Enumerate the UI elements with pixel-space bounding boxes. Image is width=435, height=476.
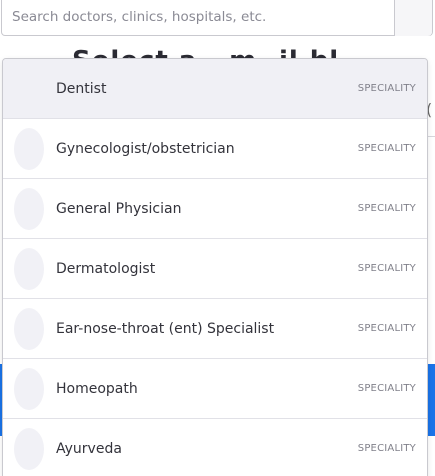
avatar: [14, 367, 44, 410]
suggestion-label: Ayurveda: [56, 440, 122, 457]
suggestion-label: Dentist: [56, 80, 107, 97]
speciality-badge: SPECIALITY: [357, 83, 416, 94]
avatar: [14, 127, 44, 170]
suggestion-item-homeopath[interactable]: Homeopath SPECIALITY: [3, 359, 427, 419]
avatar: [14, 427, 44, 470]
speciality-badge: SPECIALITY: [357, 443, 416, 454]
avatar: [14, 68, 44, 110]
speciality-badge: SPECIALITY: [357, 143, 416, 154]
speciality-badge: SPECIALITY: [357, 383, 416, 394]
search-bar: [1, 0, 433, 36]
speciality-badge: SPECIALITY: [357, 263, 416, 274]
suggestion-label: Ear-nose-throat (ent) Specialist: [56, 320, 275, 337]
suggestions-dropdown: Dentist SPECIALITY Gynecologist/obstetri…: [2, 58, 428, 476]
search-button[interactable]: [394, 0, 432, 36]
suggestion-label: Gynecologist/obstetrician: [56, 140, 235, 157]
avatar: [14, 247, 44, 290]
search-input[interactable]: [2, 0, 394, 34]
page: Select a ..m..il.bl. ( Dentist SPECIALIT…: [0, 0, 435, 476]
suggestion-item-ent-specialist[interactable]: Ear-nose-throat (ent) Specialist SPECIAL…: [3, 299, 427, 359]
suggestion-item-dentist[interactable]: Dentist SPECIALITY: [3, 59, 427, 119]
speciality-badge: SPECIALITY: [357, 323, 416, 334]
suggestion-label: Homeopath: [56, 380, 138, 397]
speciality-badge: SPECIALITY: [357, 203, 416, 214]
suggestion-item-general-physician[interactable]: General Physician SPECIALITY: [3, 179, 427, 239]
suggestion-item-gynecologist[interactable]: Gynecologist/obstetrician SPECIALITY: [3, 119, 427, 179]
avatar: [14, 187, 44, 230]
suggestion-item-ayurveda[interactable]: Ayurveda SPECIALITY: [3, 419, 427, 476]
suggestion-item-dermatologist[interactable]: Dermatologist SPECIALITY: [3, 239, 427, 299]
suggestion-label: Dermatologist: [56, 260, 156, 277]
suggestion-label: General Physician: [56, 200, 182, 217]
avatar: [14, 307, 44, 350]
